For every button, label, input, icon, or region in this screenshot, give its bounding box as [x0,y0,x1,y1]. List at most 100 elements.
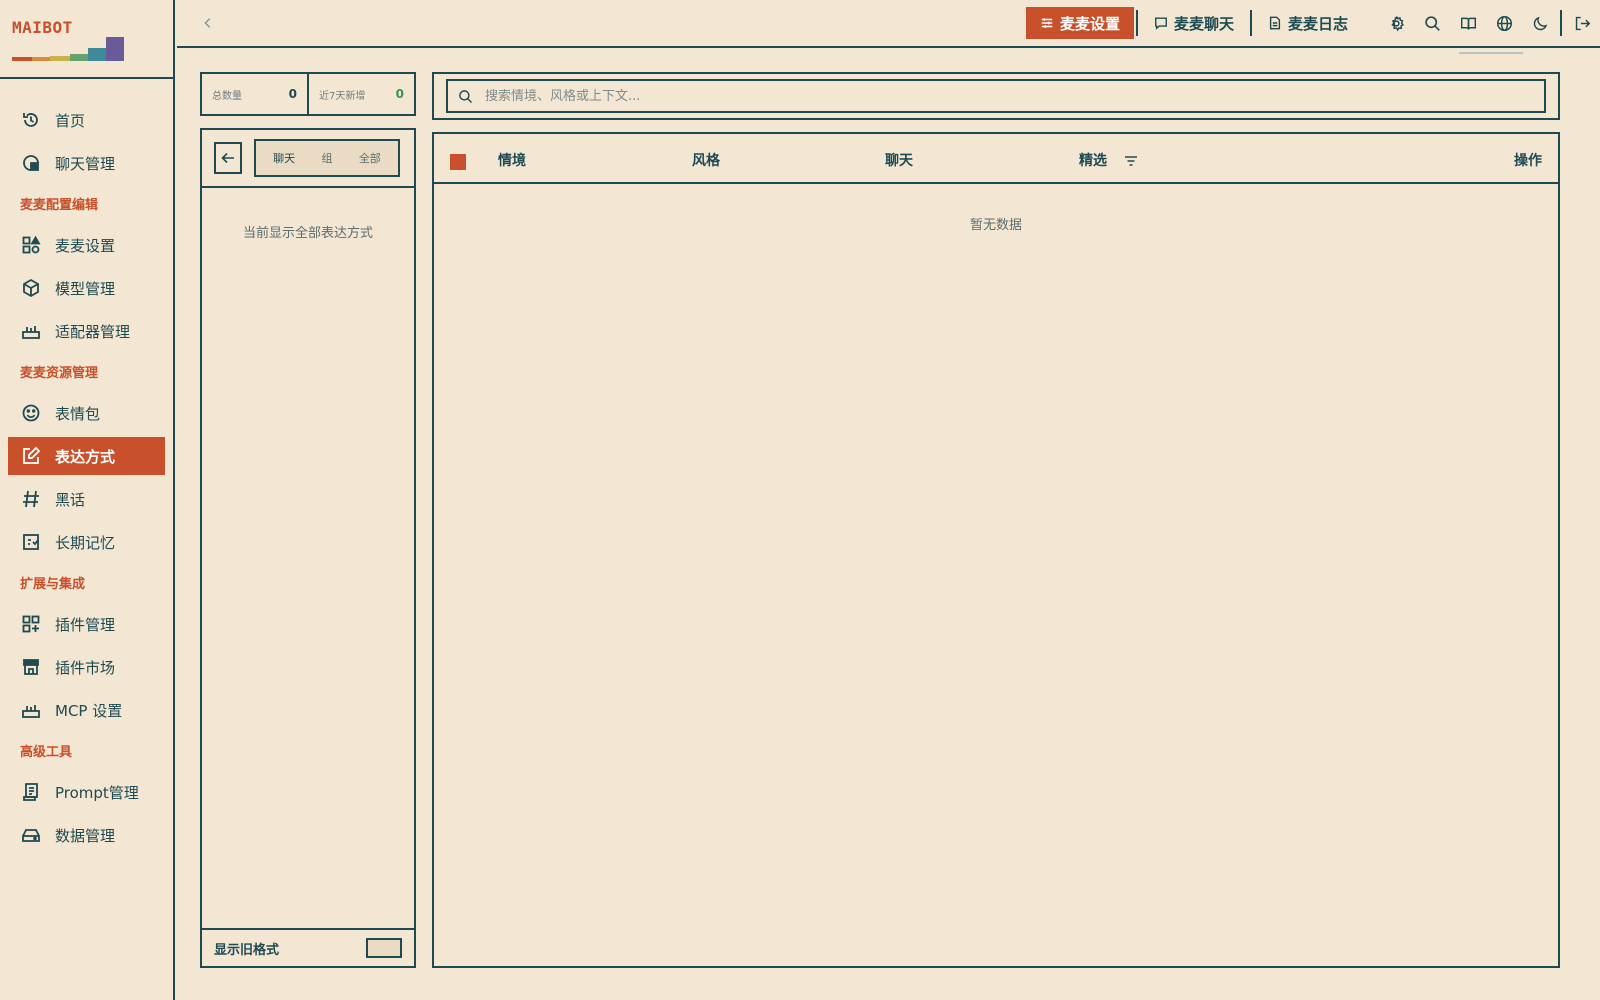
box-icon [21,278,41,298]
filter-status-text: 当前显示全部表达方式 [242,226,373,241]
column-header-chat[interactable]: 聊天 [885,150,913,170]
message-icon [1155,17,1167,30]
docs-button[interactable] [1450,7,1486,39]
column-header-featured: 精选 [1079,150,1138,170]
divider [1560,10,1562,36]
back-button[interactable] [214,142,242,174]
sidebar-item-stickers[interactable]: 表情包 [8,394,165,432]
empty-state: 暂无数据 [969,218,1022,233]
section-config-editing: 麦麦配置编辑 [20,198,99,213]
book-open-icon [1460,17,1476,30]
segment-chat[interactable]: 聊天 [267,146,301,170]
section-extensions: 扩展与集成 [20,577,86,592]
divider [1135,10,1138,36]
scroll-icon [21,782,41,802]
gear-icon [1390,15,1404,31]
search-icon [1424,15,1440,31]
stat-new-value: 0 [395,87,404,101]
drive-icon [21,825,41,845]
filter-panel: 聊天 组 全部 当前显示全部表达方式 显示旧格式 [200,128,416,968]
select-all-checkbox[interactable] [450,154,466,170]
store-icon [21,657,41,677]
stat-total: 总数量 0 [202,74,307,114]
sidebar-item-label: 插件管理 [55,615,116,634]
sidebar-item-mcp-settings[interactable]: MCP 设置 [8,691,165,729]
search-input[interactable] [485,88,1544,104]
sidebar-item-chat-management[interactable]: 聊天管理 [8,144,165,182]
grid-plus-icon [21,614,41,634]
sidebar-item-label: 首页 [55,111,86,130]
segment-all[interactable]: 全部 [353,146,387,170]
sidebar-item-plugin-market[interactable]: 插件市场 [8,648,165,686]
sidebar-item-slang[interactable]: 黑话 [8,480,165,518]
column-header-situation[interactable]: 情境 [498,150,526,170]
maimai-settings-label: 麦麦设置 [1059,14,1120,33]
logout-icon [1575,16,1590,30]
sidebar-item-adapter-management[interactable]: 适配器管理 [8,312,165,350]
filter-header: 聊天 组 全部 [202,130,414,188]
filter-icon[interactable] [1124,154,1138,168]
home-icon [21,110,41,130]
search-field [446,79,1546,113]
legacy-format-label: 显示旧格式 [214,942,280,958]
legacy-format-toggle[interactable] [366,938,402,958]
sidebar-item-home[interactable]: 首页 [8,101,165,139]
scope-segmented-control: 聊天 组 全部 [254,139,400,177]
theme-toggle-button[interactable] [1522,7,1558,39]
legacy-format-row: 显示旧格式 [202,928,414,966]
moon-icon [1533,16,1547,30]
sidebar-item-plugin-management[interactable]: 插件管理 [8,605,165,643]
sidebar-item-label: 数据管理 [55,826,116,845]
sidebar-item-label: 麦麦设置 [55,236,116,255]
hash-icon [21,489,41,509]
sidebar-item-label: 长期记忆 [55,533,116,552]
file-icon [1269,16,1281,30]
maimai-settings-button[interactable]: 麦麦设置 [1025,7,1134,39]
column-header-featured-label[interactable]: 精选 [1079,153,1107,169]
language-button[interactable] [1486,7,1522,39]
stats-panel: 总数量 0 近7天新增 0 [200,72,416,116]
maimai-chat-label: 麦麦聊天 [1173,14,1234,33]
stat-new-7-days: 近7天新增 0 [307,74,414,114]
collapse-sidebar-button[interactable] [199,14,217,32]
brand-logo[interactable]: MAIBOT [0,0,173,79]
sidebar-item-prompt-management[interactable]: Prompt管理 [8,773,165,811]
shapes-icon [21,235,41,255]
top-bar: 麦麦设置 麦麦聊天 麦麦日志 [177,0,1600,48]
chevron-left-icon [204,18,211,28]
stat-total-value: 0 [288,87,297,101]
sidebar-item-label: 适配器管理 [55,322,131,341]
sidebar-item-label: 插件市场 [55,658,116,677]
router-icon [21,321,41,341]
search-button[interactable] [1414,7,1450,39]
search-panel [432,72,1560,120]
brand-bars-graphic [12,37,126,61]
maimai-log-button[interactable]: 麦麦日志 [1254,7,1362,39]
stat-new-label: 近7天新增 [319,90,366,102]
maimai-log-label: 麦麦日志 [1287,14,1348,33]
sidebar-item-label: Prompt管理 [55,783,139,802]
sidebar-item-label: MCP 设置 [55,701,123,720]
arrow-left-icon [221,152,234,164]
sidebar-item-expressions[interactable]: 表达方式 [8,437,165,475]
segment-group[interactable]: 组 [315,146,338,170]
maimai-chat-button[interactable]: 麦麦聊天 [1140,7,1248,39]
stat-total-label: 总数量 [212,90,242,102]
sidebar-item-model-management[interactable]: 模型管理 [8,269,165,307]
column-header-style[interactable]: 风格 [692,150,720,170]
router-icon [21,700,41,720]
edit-icon [21,446,41,466]
sidebar-item-maimai-settings[interactable]: 麦麦设置 [8,226,165,264]
section-resource-management: 麦麦资源管理 [20,366,99,381]
sidebar-item-long-term-memory[interactable]: 长期记忆 [8,523,165,561]
divider [1249,10,1252,36]
sidebar-item-label: 模型管理 [55,279,116,298]
sidebar-item-label: 表达方式 [55,447,116,466]
memory-icon [21,532,41,552]
sidebar-item-data-management[interactable]: 数据管理 [8,816,165,854]
expressions-table: 情境 风格 聊天 精选 操作 暂无数据 [432,132,1560,968]
settings-button[interactable] [1378,7,1414,39]
top-actions: 麦麦设置 麦麦聊天 麦麦日志 [1025,0,1600,46]
logout-button[interactable] [1564,7,1600,39]
sidebar: MAIBOT 首页 聊天管理 麦麦配置编辑 麦麦设置 模型管理 适配器管理 麦麦… [0,0,175,1000]
